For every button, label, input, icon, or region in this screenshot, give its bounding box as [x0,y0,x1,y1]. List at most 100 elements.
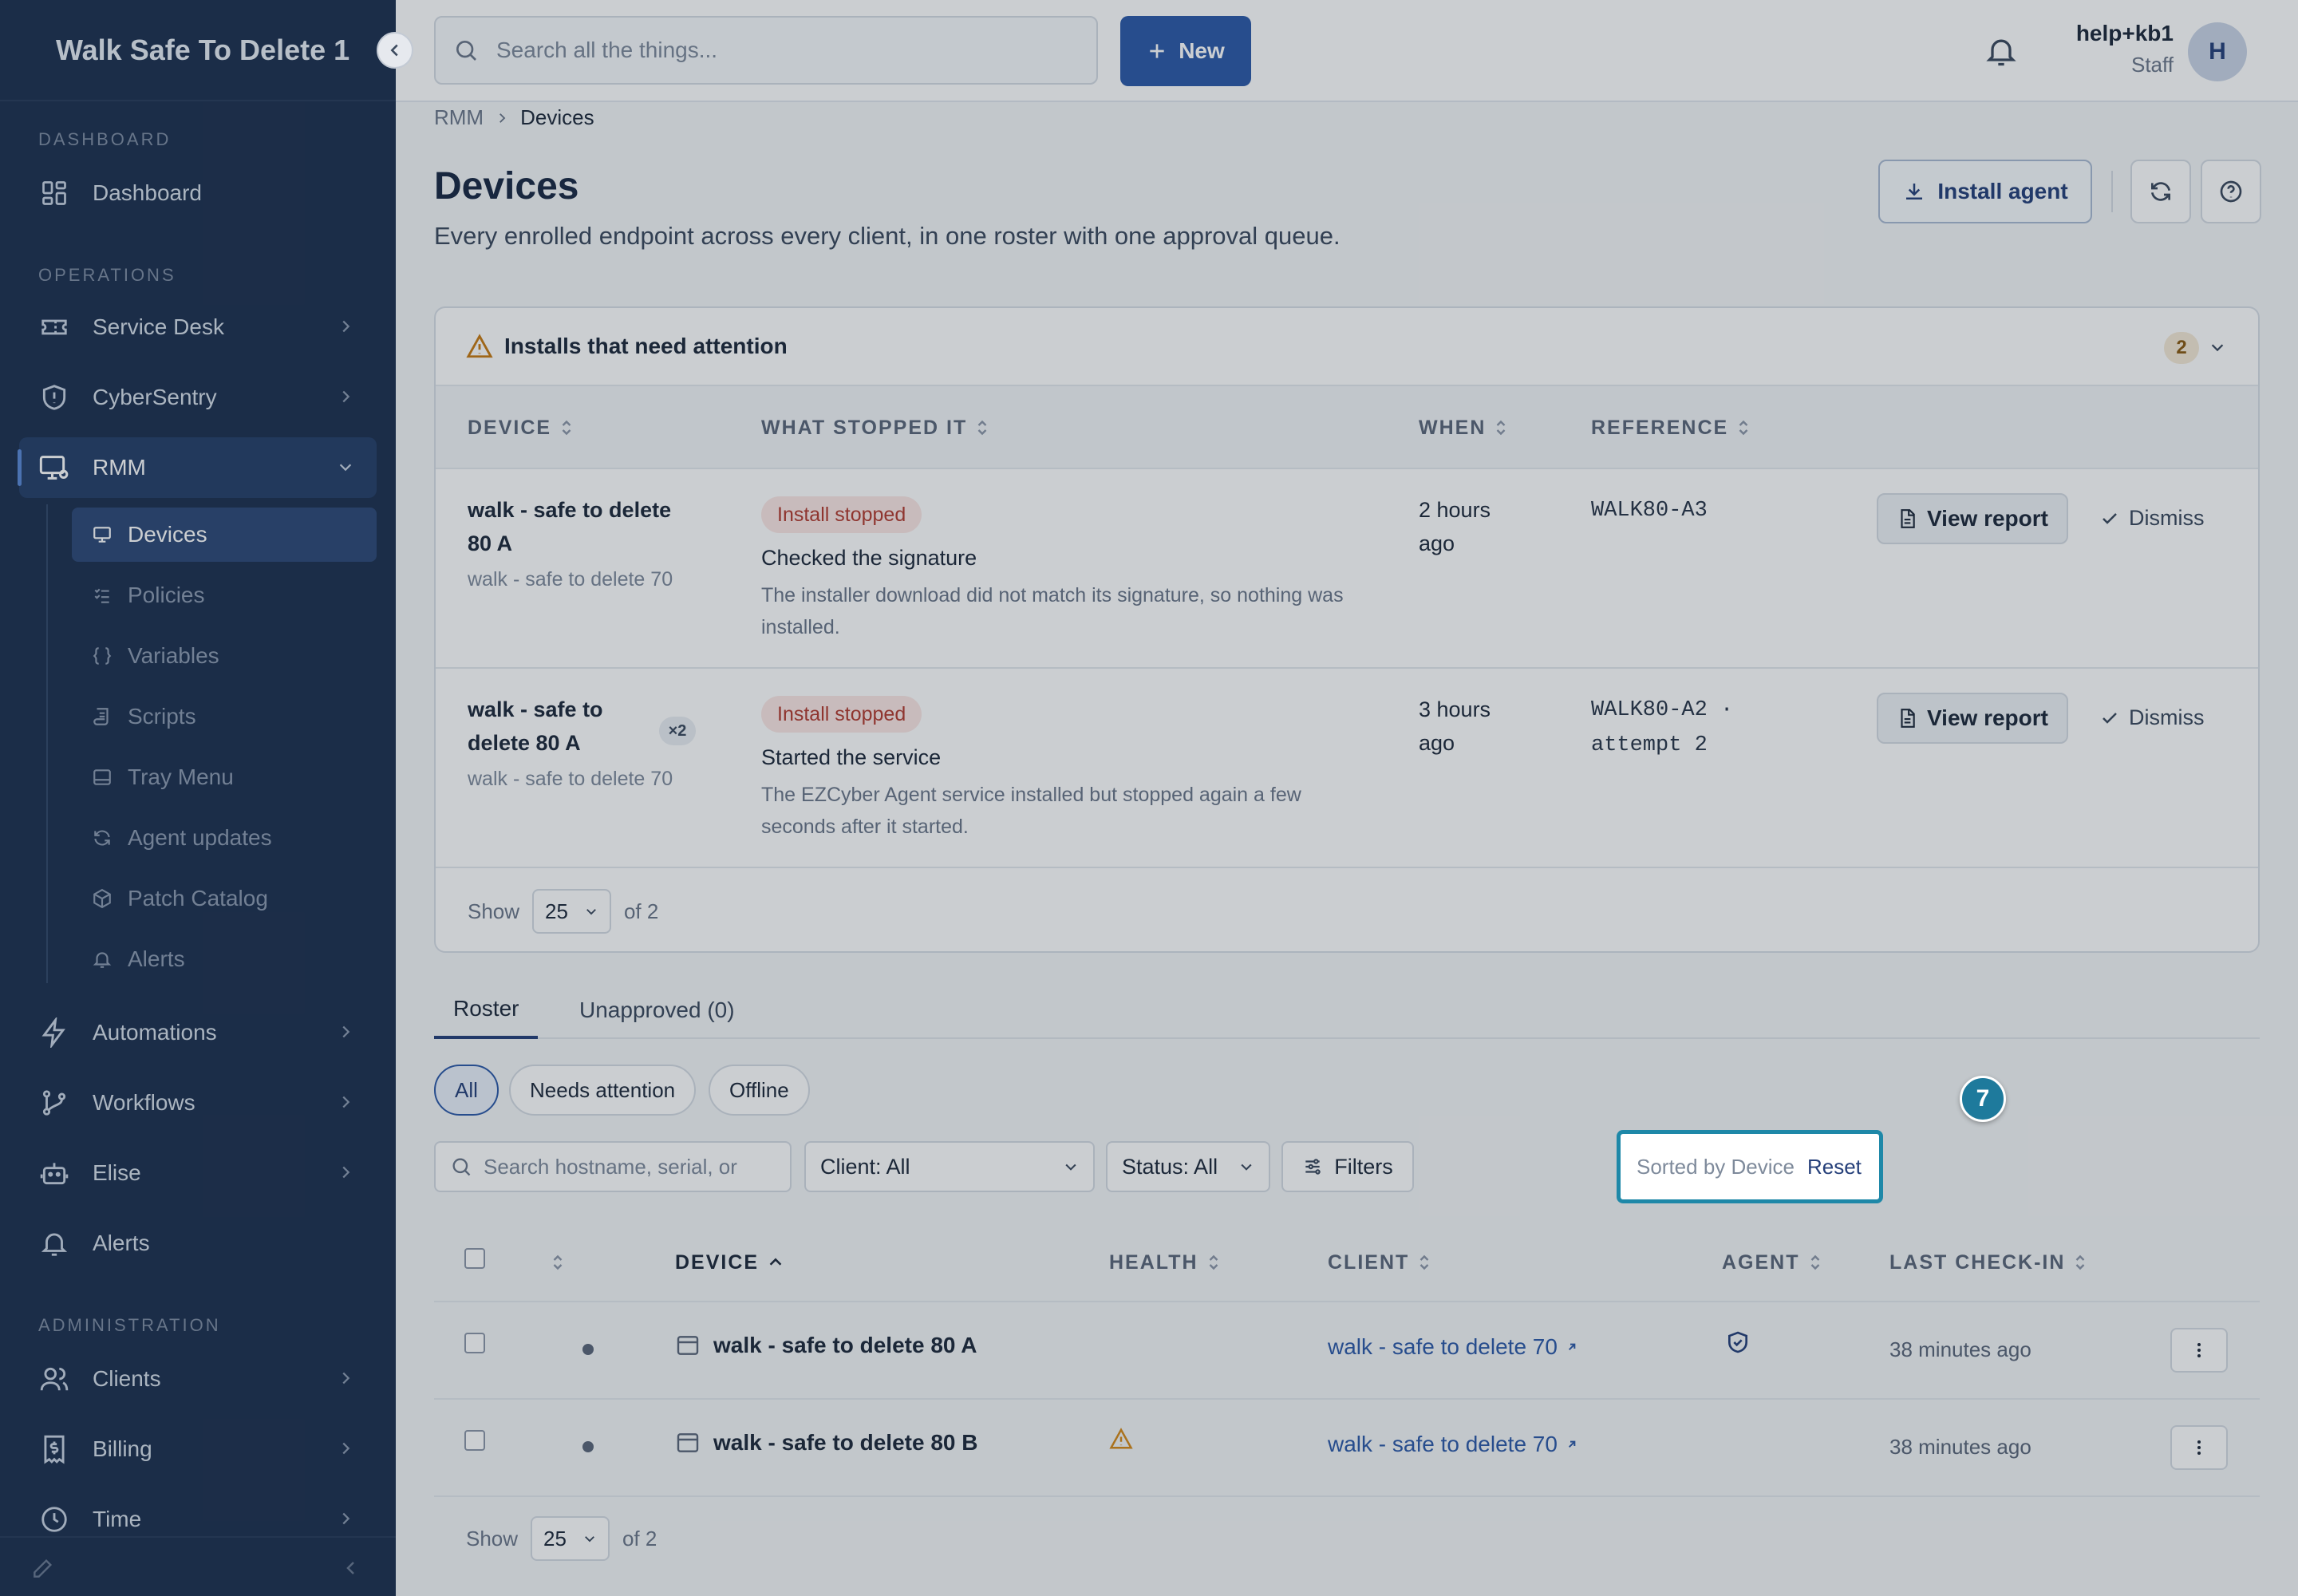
global-search-input[interactable]: Search all the things... [434,16,1098,85]
user-info[interactable]: help+kb1 Staff [2076,21,2174,77]
sidebar-item-clients[interactable]: Clients [19,1349,377,1409]
row-actions-button[interactable] [2170,1425,2228,1470]
monitor-settings-icon [38,452,70,484]
sidebar-sub-alerts[interactable]: Alerts [72,932,377,986]
external-link-icon [1566,1341,1578,1353]
install-agent-button[interactable]: Install agent [1878,160,2092,223]
sidebar-sub-agent-updates[interactable]: Agent updates [72,811,377,865]
sidebar-sub-tray-menu[interactable]: Tray Menu [72,750,377,804]
sidebar-item-automations[interactable]: Automations [19,1002,377,1063]
installs-attention-card: Installs that need attention 2 DEVICE WH… [434,306,2260,953]
notifications-bell-icon[interactable] [1984,34,2019,69]
device-name-line: 80 A [468,531,513,555]
sidebar-sub-policies[interactable]: Policies [72,568,377,622]
status-filter-select[interactable]: Status: All [1106,1141,1270,1192]
table-row[interactable]: walk - safe to delete 80 A walk - safe t… [434,1302,2260,1400]
client-link[interactable]: walk - safe to delete 70 [1328,1334,1578,1360]
dismiss-button[interactable]: Dismiss [2100,506,2205,531]
avatar[interactable]: H [2188,22,2247,81]
select-all-checkbox[interactable] [464,1248,485,1269]
page-size-select[interactable]: 25 [531,1516,610,1561]
sidebar-sub-devices[interactable]: Devices [72,508,377,562]
new-button[interactable]: New [1120,16,1251,86]
sidebar-sub-label: Alerts [128,946,185,971]
chevron-right-icon [337,318,354,335]
online-status-dot [582,1441,594,1452]
filter-chip-offline[interactable]: Offline [709,1065,810,1116]
tab-roster[interactable]: Roster [434,982,539,1039]
active-indicator [18,449,22,486]
sidebar-collapse-button[interactable] [377,32,413,69]
sidebar-item-rmm[interactable]: RMM [19,437,377,498]
col-what-stopped-it[interactable]: WHAT STOPPED IT [761,386,989,469]
status-badge: Install stopped [761,696,922,733]
col-last-checkin[interactable]: LAST CHECK-IN [1889,1223,2087,1302]
refresh-icon [2148,179,2174,204]
sidebar-sub-patch-catalog[interactable]: Patch Catalog [72,871,377,926]
row-actions-button[interactable] [2170,1328,2228,1373]
col-status[interactable] [551,1223,565,1302]
failure-description: The installer download did not match its… [761,584,1344,638]
sort-icon [1206,1253,1221,1272]
col-device[interactable]: DEVICE [675,1223,784,1302]
sidebar-item-alerts[interactable]: Alerts [19,1213,377,1274]
col-when[interactable]: WHEN [1419,386,1508,469]
dismiss-label: Dismiss [2129,705,2205,729]
filter-chip-needs-attention[interactable]: Needs attention [509,1065,697,1116]
device-name-line: walk - safe to [468,697,603,721]
page-size-select[interactable]: 25 [532,889,611,934]
col-label: CLIENT [1328,1250,1410,1274]
device-name[interactable]: walk - safe to delete 80 A [468,693,603,760]
device-name[interactable]: walk - safe to delete 80 A [468,493,671,560]
row-checkbox[interactable] [464,1333,485,1353]
attention-header[interactable]: Installs that need attention [436,308,2258,386]
col-reference[interactable]: REFERENCE [1591,386,1751,469]
device-link[interactable]: walk - safe to delete 80 B [675,1430,977,1456]
col-agent[interactable]: AGENT [1722,1223,1822,1302]
sidebar-item-label: Workflows [93,1090,195,1115]
col-health[interactable]: HEALTH [1109,1223,1221,1302]
section-operations: OPERATIONS [38,265,176,285]
when-line: ago [1419,531,1455,555]
client-link[interactable]: walk - safe to delete 70 [1328,1432,1578,1457]
dismiss-button[interactable]: Dismiss [2100,705,2205,730]
col-client[interactable]: CLIENT [1328,1223,1431,1302]
sliders-icon [1302,1156,1323,1177]
table-row[interactable]: walk - safe to delete 80 B walk - safe t… [434,1400,2260,1497]
client-filter-select[interactable]: Client: All [804,1141,1095,1192]
when-text: 2 hours ago [1419,493,1491,560]
sidebar-item-billing[interactable]: Billing [19,1419,377,1479]
sidebar-sub-variables[interactable]: Variables [72,629,377,683]
sidebar-item-dashboard[interactable]: Dashboard [19,163,377,223]
page-total: of 2 [623,899,659,923]
filter-chip-all[interactable]: All [434,1065,499,1116]
view-report-button[interactable]: View report [1877,693,2068,744]
roster-search-placeholder: Search hostname, serial, or [484,1154,737,1179]
edit-icon[interactable] [30,1555,56,1581]
collapse-left-icon[interactable] [342,1558,361,1578]
tab-unapproved[interactable]: Unapproved (0) [560,982,754,1039]
sidebar-item-elise[interactable]: Elise [19,1143,377,1203]
main-content: Search all the things... New help+kb1 St… [396,0,2298,1596]
client-name: walk - safe to delete 70 [1328,1334,1558,1359]
col-label: WHAT STOPPED IT [761,416,968,439]
refresh-button[interactable] [2130,160,2191,223]
view-report-button[interactable]: View report [1877,493,2068,544]
reset-sort-button[interactable]: Reset [1807,1155,1862,1179]
sidebar-item-cybersentry[interactable]: CyberSentry [19,367,377,428]
device-link[interactable]: walk - safe to delete 80 A [675,1333,977,1358]
attention-title: Installs that need attention [504,334,788,358]
roster-search-input[interactable]: Search hostname, serial, or [434,1141,792,1192]
sidebar-item-workflows[interactable]: Workflows [19,1073,377,1133]
sidebar-sub-scripts[interactable]: Scripts [72,689,377,744]
breadcrumb-rmm[interactable]: RMM [434,105,484,130]
sidebar-item-service-desk[interactable]: Service Desk [19,297,377,358]
when-line: 3 hours [1419,697,1491,721]
help-button[interactable] [2201,160,2261,223]
col-device[interactable]: DEVICE [468,386,574,469]
filters-button[interactable]: Filters [1281,1141,1414,1192]
page-title: Devices [434,165,579,207]
row-checkbox[interactable] [464,1430,485,1451]
chevron-down-icon[interactable] [2209,338,2226,356]
roster-tabs: Roster Unapproved (0) [434,982,2260,1039]
